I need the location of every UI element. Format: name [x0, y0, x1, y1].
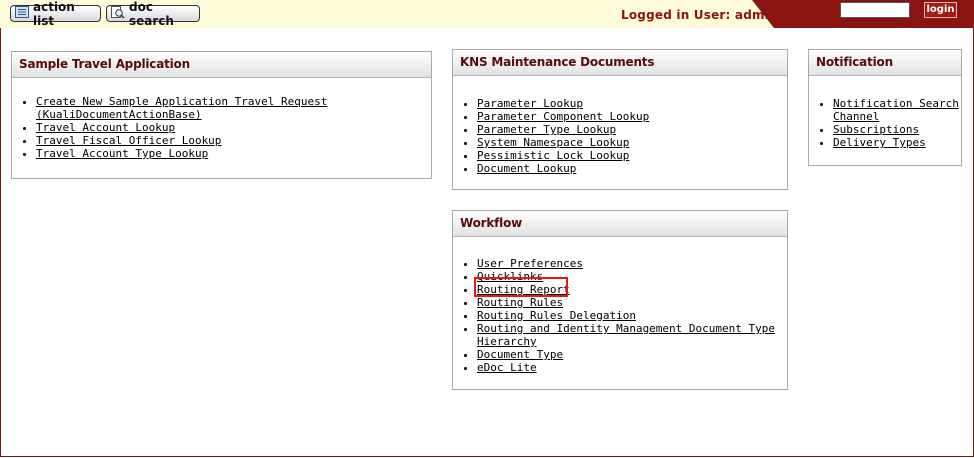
list-item: Routing Rules Delegation — [477, 309, 787, 322]
list-item: Routing Rules — [477, 296, 787, 309]
workflow-title: Workflow — [453, 211, 787, 237]
list-item: Notification Search — [833, 97, 961, 110]
sample-travel-panel: Sample Travel Application Create New Sam… — [11, 51, 432, 179]
action-list-button[interactable]: action list — [10, 0, 101, 28]
list-item: Travel Account Type Lookup — [36, 147, 431, 160]
doc-search-button[interactable]: doc search — [106, 0, 200, 28]
list-item: Parameter Lookup — [477, 97, 787, 110]
list-item: System Namespace Lookup — [477, 136, 787, 149]
list-item: Pessimistic Lock Lookup — [477, 149, 787, 162]
doc-search-label: doc search — [129, 0, 174, 28]
list-item: Travel Fiscal Officer Lookup — [36, 134, 431, 147]
workflow-list: User Preferences Quicklinks Routing Repo… — [453, 257, 787, 374]
link-delivery-types[interactable]: Delivery Types — [833, 136, 926, 149]
top-bar: action list doc search Logged in User: a… — [0, 0, 974, 28]
link-notification-search[interactable]: Notification Search — [833, 97, 959, 110]
list-item: Document Lookup — [477, 162, 787, 175]
link-system-namespace-lookup[interactable]: System Namespace Lookup — [477, 136, 629, 149]
sample-travel-list: Create New Sample Application Travel Req… — [12, 95, 431, 160]
list-item: Travel Account Lookup — [36, 121, 431, 134]
action-list-label: action list — [33, 0, 75, 28]
link-document-type[interactable]: Document Type — [477, 348, 563, 361]
list-item: Parameter Type Lookup — [477, 123, 787, 136]
link-document-lookup[interactable]: Document Lookup — [477, 162, 576, 175]
routing-report-highlight — [474, 277, 568, 297]
sample-travel-title: Sample Travel Application — [12, 52, 431, 78]
kns-title: KNS Maintenance Documents — [453, 50, 787, 76]
link-parameter-type-lookup[interactable]: Parameter Type Lookup — [477, 123, 616, 136]
link-document-type-hierarchy[interactable]: Routing and Identity Management Document… — [477, 322, 775, 348]
link-routing-rules-delegation[interactable]: Routing Rules Delegation — [477, 309, 636, 322]
list-item: eDoc Lite — [477, 361, 787, 374]
kns-list: Parameter Lookup Parameter Component Loo… — [453, 97, 787, 175]
list-item: Document Type — [477, 348, 787, 361]
link-parameter-component-lookup[interactable]: Parameter Component Lookup — [477, 110, 649, 123]
list-icon — [15, 6, 29, 21]
list-item: Channel Subscriptions — [833, 110, 961, 136]
link-pessimistic-lock-lookup[interactable]: Pessimistic Lock Lookup — [477, 149, 629, 162]
link-channel-subscriptions[interactable]: Channel Subscriptions — [833, 110, 919, 136]
list-item: Create New Sample Application Travel Req… — [36, 95, 431, 121]
notification-title: Notification — [809, 50, 961, 76]
logged-in-user: Logged in User: admin — [621, 8, 778, 22]
list-item: Routing and Identity Management Document… — [477, 322, 787, 348]
login-user-input[interactable] — [840, 2, 910, 18]
link-travel-account-type-lookup[interactable]: Travel Account Type Lookup — [36, 147, 208, 160]
list-item: User Preferences — [477, 257, 787, 270]
list-item: Parameter Component Lookup — [477, 110, 787, 123]
workflow-panel: Workflow User Preferences Quicklinks Rou… — [452, 210, 788, 390]
link-create-travel-request[interactable]: Create New Sample Application Travel Req… — [36, 95, 327, 121]
kns-panel: KNS Maintenance Documents Parameter Look… — [452, 49, 788, 190]
document-search-icon — [111, 5, 125, 22]
link-user-preferences[interactable]: User Preferences — [477, 257, 583, 270]
link-routing-rules[interactable]: Routing Rules — [477, 296, 563, 309]
link-travel-account-lookup[interactable]: Travel Account Lookup — [36, 121, 175, 134]
link-travel-fiscal-officer-lookup[interactable]: Travel Fiscal Officer Lookup — [36, 134, 221, 147]
login-button[interactable]: login — [924, 2, 957, 18]
notification-panel: Notification Notification Search Channel… — [808, 49, 962, 166]
link-edoc-lite[interactable]: eDoc Lite — [477, 361, 537, 374]
link-parameter-lookup[interactable]: Parameter Lookup — [477, 97, 583, 110]
list-item: Delivery Types — [833, 136, 961, 149]
notification-list: Notification Search Channel Subscription… — [809, 97, 961, 149]
